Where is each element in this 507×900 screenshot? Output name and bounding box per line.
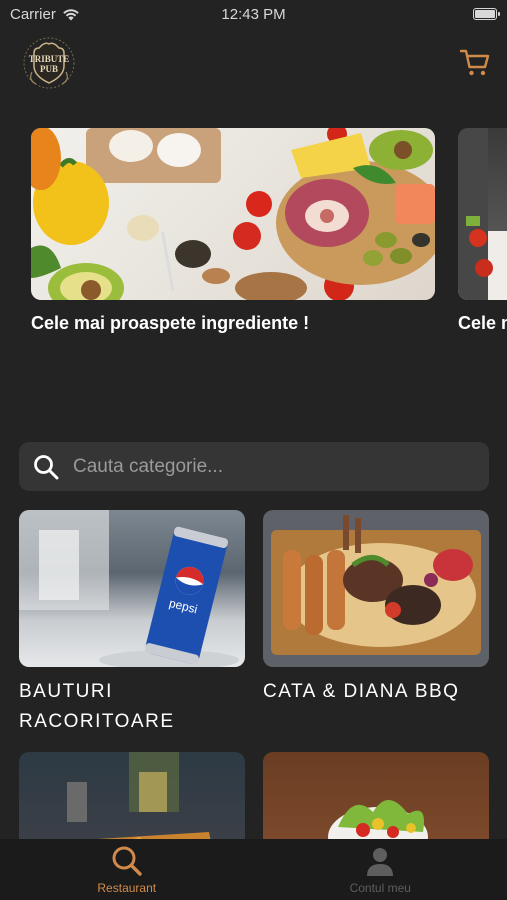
fresh-ingredients-image	[458, 128, 507, 300]
search-input[interactable]	[73, 455, 453, 478]
category-name: CATA & DIANA BBQ	[263, 681, 460, 702]
tab-label: Contul meu	[349, 881, 411, 895]
tab-contul-meu[interactable]: Contul meu	[254, 839, 507, 900]
banner-caption: Cele mai proaspete ingrediente !	[31, 313, 310, 333]
tribute-pub-logo: TRIBUTE PUB	[22, 36, 76, 90]
carrier-label: Carrier	[10, 5, 56, 23]
search-icon	[112, 846, 142, 876]
svg-text:TRIBUTE: TRIBUTE	[29, 54, 70, 64]
svg-text:PUB: PUB	[40, 64, 58, 74]
search-icon	[34, 454, 59, 479]
cart-icon	[459, 49, 490, 76]
category-card-bauturi[interactable]: pepsi BAUTURI RACORITOARE	[19, 510, 245, 737]
promo-carousel[interactable]: Cele mai proaspete ingrediente ! Cele ma…	[0, 128, 507, 348]
bottom-tab-bar: Restaurant Contul meu	[0, 839, 507, 900]
user-icon	[367, 848, 394, 876]
banner-caption: Cele mai proaspete ingrediente !	[458, 313, 507, 333]
promo-banner[interactable]: Cele mai proaspete ingrediente !	[458, 128, 507, 334]
bbq-platter-image	[263, 510, 489, 667]
status-bar: Carrier 12:43 PM	[0, 0, 507, 28]
soft-drinks-image: pepsi	[19, 510, 245, 667]
promo-banner[interactable]: Cele mai proaspete ingrediente !	[31, 128, 435, 334]
category-name: BAUTURI RACORITOARE	[19, 681, 175, 732]
category-card-bbq[interactable]: CATA & DIANA BBQ	[263, 510, 489, 707]
cart-button[interactable]	[459, 48, 491, 78]
fresh-ingredients-image	[31, 128, 435, 300]
category-search[interactable]	[19, 442, 489, 491]
tab-restaurant[interactable]: Restaurant	[0, 839, 254, 900]
wifi-icon	[63, 8, 79, 20]
battery-icon	[473, 8, 500, 20]
tab-label: Restaurant	[97, 881, 157, 895]
